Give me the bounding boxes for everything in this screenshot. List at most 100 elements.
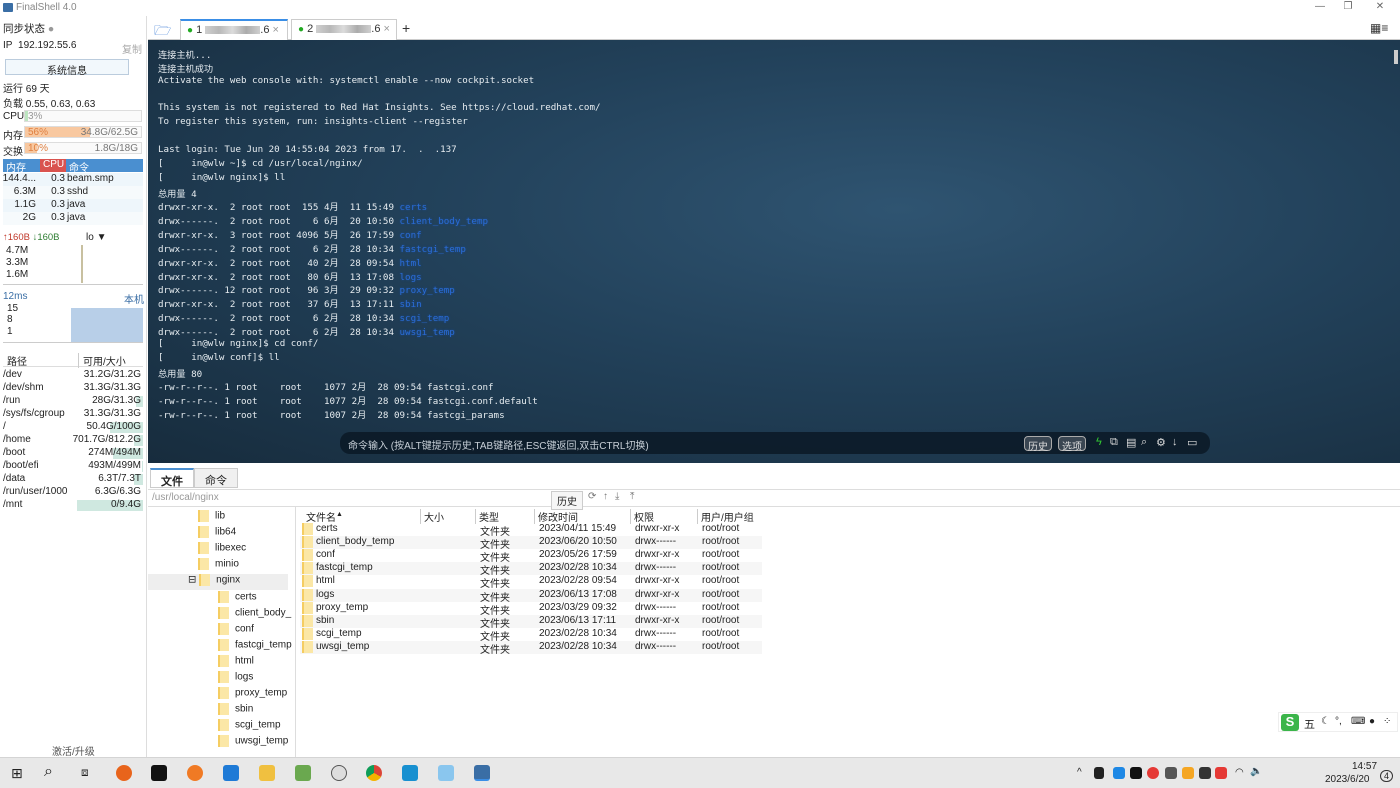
file-row[interactable]: client_body_temp 文件夹 2023/06/20 10:50 drwx-… [300,536,762,551]
search-icon[interactable]: ⌕ [1141,436,1147,449]
disk-row[interactable]: /dev/shm 31.3G/31.3G [3,382,143,395]
tree-node[interactable]: lib [198,510,225,526]
disk-row[interactable]: /data 6.3T/7.3T [3,473,143,486]
tree-node[interactable]: scgi_temp [218,719,281,735]
tab-files[interactable]: 文件 [150,468,194,488]
download-icon[interactable]: ⤓ [615,491,619,502]
options-button[interactable]: 选项 [1058,436,1086,453]
tree-node[interactable]: conf [218,622,254,639]
notepad-icon[interactable] [295,765,311,781]
column-header[interactable]: 大小 [420,509,444,524]
remote-desktop-icon[interactable] [402,765,418,781]
refresh-icon[interactable]: ⟳ [588,491,596,502]
column-header[interactable]: 文件名 [303,509,336,524]
disk-row[interactable]: / 50.4G/100G [3,421,143,434]
tree-node[interactable]: libexec [198,542,246,558]
volume-icon[interactable]: 🔈 [1250,766,1262,777]
tab-session-2[interactable]: ● 2 .6 × [291,19,397,40]
moon-icon[interactable]: ☾ [1321,716,1330,727]
layout-grid-icon[interactable]: ▦≡ [1370,21,1388,35]
arrow-down-icon[interactable]: ↓ [1172,436,1178,448]
copy-ip-button[interactable]: 复制 [122,41,142,56]
copy-icon[interactable]: ⧉ [1110,436,1118,449]
column-header[interactable]: 修改时间 [534,509,578,524]
tree-node[interactable]: fastcgi_temp [218,638,292,655]
command-input[interactable]: 命令输入 (按ALT键提示历史,TAB键路径,ESC键返回,双击CTRL切换) … [340,432,1210,454]
tray-icon[interactable] [1182,767,1194,779]
col-command[interactable]: 命令 [69,159,89,174]
collapse-icon[interactable]: ⊟ [188,575,199,586]
interface-select[interactable]: lo ▼ [86,232,106,243]
col-mem[interactable]: 内存 [6,159,26,174]
notification-badge[interactable]: 4 [1380,770,1393,782]
file-row[interactable]: uwsgi_temp 文件夹 2023/02/28 10:34 drwx------ r… [300,640,762,656]
close-tab-icon[interactable]: × [273,24,279,36]
tree-node[interactable]: uwsgi_temp [218,735,288,751]
windows-start-icon[interactable]: ⊞ [11,765,23,782]
tree-node[interactable]: logs [218,671,253,687]
tray-expand-icon[interactable]: ^ [1077,767,1082,778]
disk-row[interactable]: /dev 31.2G/31.2G [3,369,143,382]
col-available[interactable]: 可用/大小 [78,353,126,368]
process-row[interactable]: 6.3M 0.3 sshd [3,186,143,199]
disk-row[interactable]: /home 701.7G/812.2G [3,434,143,447]
tree-node[interactable]: client_body_ [218,606,291,623]
tree-node[interactable]: certs [218,590,257,607]
paste-icon[interactable]: ▤ [1126,436,1136,449]
tray-icon[interactable] [1147,767,1159,779]
tree-node[interactable]: minio [198,558,239,574]
file-row[interactable]: certs 文件夹 2023/04/11 15:49 drwxr-xr-x root/r… [300,523,762,538]
close-tab-icon[interactable]: × [384,23,390,35]
postman-icon[interactable] [187,765,203,781]
finalshell-taskbar-icon[interactable] [474,765,490,781]
keyboard-icon[interactable]: ⌨ [1351,716,1365,727]
cloud-icon[interactable] [438,765,454,781]
file-row[interactable]: proxy_temp 文件夹 2023/03/29 09:32 drwx------ r… [300,601,762,617]
user-icon[interactable]: ● [1369,716,1375,727]
chrome-icon[interactable] [366,765,382,781]
file-row[interactable]: scgi_temp 文件夹 2023/02/28 10:34 drwx------ ro… [300,627,762,643]
app-icon[interactable] [223,765,239,781]
task-view-icon[interactable]: ⧈ [81,765,89,780]
column-header[interactable]: 用户/用户组 [697,509,754,524]
file-row[interactable]: logs 文件夹 2023/06/13 17:08 drwxr-xr-x root/ro… [300,588,762,604]
tray-icon[interactable] [1130,767,1142,779]
gear-icon[interactable]: ⚙ [1156,436,1166,449]
sogou-logo-icon[interactable]: S [1281,714,1299,731]
disk-row[interactable]: /boot/efi 493M/499M [3,460,143,473]
firefox-icon[interactable] [116,765,132,781]
upload-icon[interactable]: ⤒ [630,491,634,502]
terminal-scrollbar[interactable] [1394,50,1398,64]
column-header[interactable]: 类型 [475,509,499,524]
tree-node[interactable]: lib64 [198,526,236,542]
col-path[interactable]: 路径 [7,353,27,368]
history-button[interactable]: 历史 [1024,436,1052,453]
col-cpu[interactable]: CPU [40,159,66,172]
tray-icon[interactable] [1215,767,1227,779]
close-button[interactable]: ✕ [1370,1,1390,12]
path-input[interactable]: /usr/local/nginx [152,492,219,503]
restore-button[interactable]: ❐ [1338,1,1358,12]
apps-icon[interactable]: ⁘ [1383,716,1391,727]
file-row[interactable]: html 文件夹 2023/02/28 09:54 drwxr-xr-x root/ro… [300,575,762,590]
process-row[interactable]: 2G 0.3 java [3,212,143,225]
disk-row[interactable]: /run 28G/31.3G [3,395,143,408]
activate-upgrade-link[interactable]: 激活/升级 [52,743,95,758]
tray-icon[interactable] [1165,767,1177,779]
intellij-icon[interactable] [151,765,167,781]
file-row[interactable]: fastcgi_temp 文件夹 2023/02/28 10:34 drwx-----… [300,562,762,577]
tree-node[interactable]: proxy_temp [218,687,287,703]
tree-node[interactable]: sbin [218,703,253,719]
wifi-icon[interactable]: ◠ [1235,767,1244,778]
disk-row[interactable]: /run/user/1000 6.3G/6.3G [3,486,143,499]
file-row[interactable]: sbin 文件夹 2023/06/13 17:11 drwxr-xr-x root/ro… [300,614,762,630]
process-row[interactable]: 1.1G 0.3 java [3,199,143,212]
ime-mode[interactable]: 五 [1304,716,1315,732]
minimize-button[interactable]: — [1310,1,1330,12]
file-explorer-icon[interactable] [259,765,275,781]
disk-row[interactable]: /boot 274M/494M [3,447,143,460]
lightning-icon[interactable]: ϟ [1096,436,1102,448]
process-row[interactable]: 144.4... 0.3 beam.smp [3,173,143,186]
sort-asc-icon[interactable]: ▲ [336,511,343,518]
new-tab-button[interactable]: + [402,20,410,36]
